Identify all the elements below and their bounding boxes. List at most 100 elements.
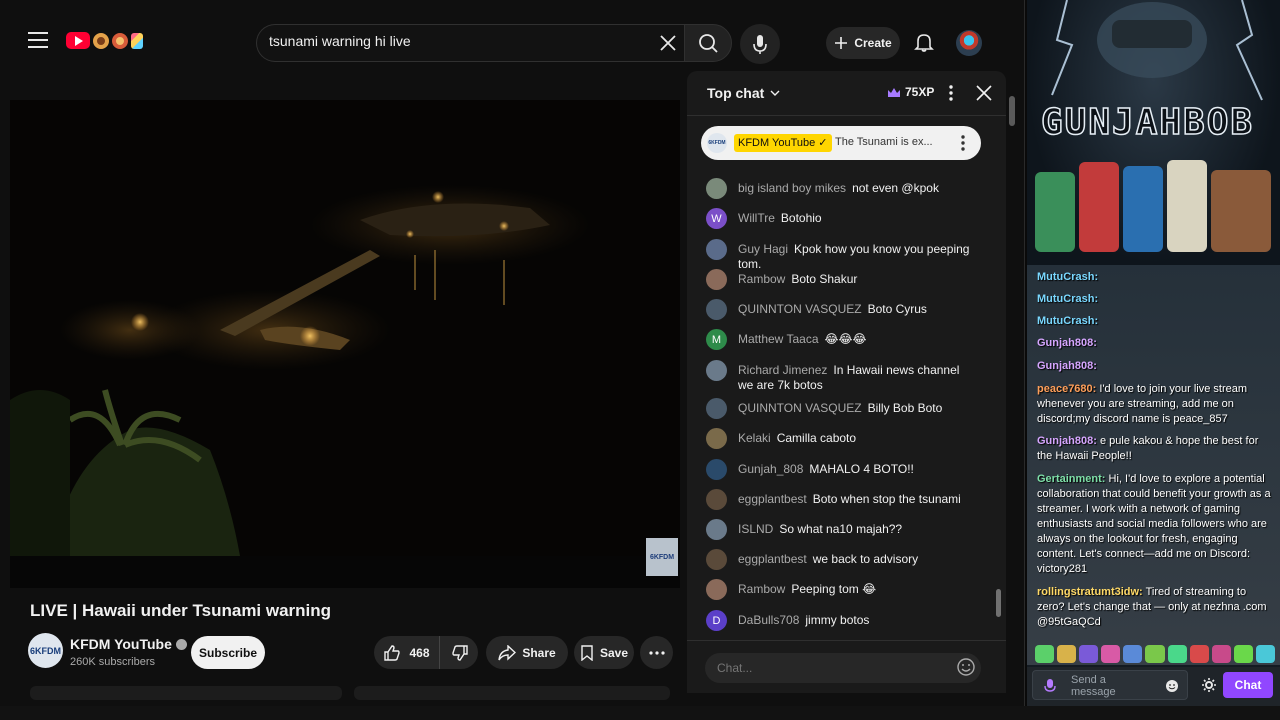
chat-author-name[interactable]: Guy Hagi [738, 242, 788, 256]
chat-message-text: Botohio [780, 211, 822, 225]
more-horizontal-icon [648, 650, 665, 655]
chat-author-avatar[interactable] [706, 489, 727, 510]
create-button[interactable]: Create [826, 27, 900, 59]
overlay-chat-user[interactable]: MutuCrash: [1037, 315, 1098, 327]
chat-author-name[interactable]: QUINNTON VASQUEZ [738, 401, 862, 415]
gear-icon[interactable] [1201, 677, 1217, 693]
chat-author-avatar[interactable] [706, 398, 727, 419]
emote-icon[interactable] [1167, 645, 1187, 663]
chat-author-name[interactable]: Kelaki [738, 431, 771, 445]
page-scrollbar[interactable] [1008, 86, 1016, 686]
channel-name[interactable]: KFDM YouTube [70, 636, 187, 652]
chat-author-avatar[interactable] [706, 360, 727, 381]
like-count: 468 [409, 645, 430, 660]
chat-author-name[interactable]: Matthew Taaca [738, 332, 819, 346]
close-icon[interactable] [657, 32, 679, 54]
chat-author-name[interactable]: WillTre [738, 211, 775, 225]
chat-message-body: QUINNTON VASQUEZ Billy Bob Boto [738, 401, 978, 416]
chat-author-avatar[interactable]: D [706, 610, 727, 631]
overlay-chat-user[interactable]: MutuCrash: [1037, 293, 1098, 305]
chat-author-avatar[interactable]: M [706, 329, 727, 350]
emote-icon[interactable] [1233, 645, 1253, 663]
chat-mode-selector[interactable]: Top chat [707, 85, 780, 101]
bottom-band [0, 706, 1280, 720]
save-button[interactable]: Save [574, 636, 634, 669]
chat-author-name[interactable]: DaBulls708 [738, 613, 799, 627]
chat-author-avatar[interactable]: W [706, 208, 727, 229]
chat-author-avatar[interactable] [706, 579, 727, 600]
chat-message-body: ISLND So what na10 majah?? [738, 522, 978, 537]
chat-author-name[interactable]: eggplantbest [738, 552, 807, 566]
overlay-chat-line: MutuCrash: [1037, 270, 1275, 285]
overlay-message-input[interactable]: Send a message [1032, 670, 1188, 700]
overlay-chat-user[interactable]: Gertainment: [1037, 473, 1105, 485]
chat-message-text: MAHALO 4 BOTO!! [809, 462, 914, 476]
overlay-chat-user[interactable]: Gunjah808: [1037, 435, 1097, 447]
chat-author-avatar[interactable] [706, 459, 727, 480]
chat-author-name[interactable]: Rambow [738, 272, 785, 286]
overlay-chat-user[interactable]: Gunjah808: [1037, 360, 1097, 372]
emote-icon[interactable] [1123, 645, 1143, 663]
subscribe-button[interactable]: Subscribe [191, 636, 265, 669]
more-vertical-icon[interactable] [944, 81, 958, 105]
emote-icon[interactable] [1079, 645, 1099, 663]
page-scrollbar-thumb[interactable] [1009, 96, 1015, 126]
chat-author-avatar[interactable] [706, 428, 727, 449]
video-player[interactable] [10, 100, 680, 556]
emoji-icon[interactable] [956, 657, 976, 677]
chat-message-body: Gunjah_808 MAHALO 4 BOTO!! [738, 462, 978, 477]
search-button[interactable] [684, 24, 732, 62]
chat-input[interactable] [705, 653, 981, 683]
youtube-logo[interactable] [66, 32, 143, 49]
emote-icon[interactable] [1255, 645, 1276, 663]
more-vertical-icon[interactable] [953, 132, 973, 154]
menu-icon[interactable] [28, 32, 48, 50]
chat-author-name[interactable]: QUINNTON VASQUEZ [738, 302, 862, 316]
more-actions-button[interactable] [640, 636, 673, 669]
chat-message-body: Rambow Boto Shakur [738, 272, 978, 287]
emote-icon[interactable] [1145, 645, 1165, 663]
chat-author-avatar[interactable] [706, 549, 727, 570]
chat-author-name[interactable]: eggplantbest [738, 492, 807, 506]
chat-author-avatar[interactable] [706, 239, 727, 260]
chat-author-name[interactable]: Gunjah_808 [738, 462, 803, 476]
emoji-icon[interactable] [1165, 679, 1179, 693]
overlay-chat-user[interactable]: peace7680: [1037, 383, 1096, 395]
close-icon[interactable] [973, 82, 995, 104]
channel-watermark[interactable]: 6KFDM [646, 538, 678, 576]
emote-icon[interactable] [1035, 645, 1055, 663]
xp-badge[interactable]: 75XP [887, 85, 934, 99]
emote-icon[interactable] [1057, 645, 1077, 663]
chat-author-avatar[interactable] [706, 269, 727, 290]
share-button[interactable]: Share [486, 636, 568, 669]
chat-scrollbar-thumb[interactable] [996, 589, 1001, 617]
emote-icon[interactable] [1189, 645, 1209, 663]
video-title: LIVE | Hawaii under Tsunami warning [30, 601, 332, 620]
chat-author-name[interactable]: big island boy mikes [738, 181, 846, 195]
overlay-chat-user[interactable]: Gunjah808: [1037, 337, 1097, 349]
chat-author-avatar[interactable] [706, 178, 727, 199]
voice-search-button[interactable] [740, 24, 780, 64]
overlay-chat-line: MutuCrash: [1037, 292, 1275, 307]
channel-avatar[interactable]: 6KFDM [28, 633, 63, 668]
overlay-chat-button[interactable]: Chat [1223, 672, 1273, 698]
chat-author-name[interactable]: Richard Jimenez [738, 363, 827, 377]
doodle-donut-icon [93, 32, 109, 49]
emote-icon[interactable] [1211, 645, 1231, 663]
overlay-chat-user[interactable]: rollingstratumt3idw: [1037, 586, 1143, 598]
overlay-chat-user[interactable]: MutuCrash: [1037, 271, 1098, 283]
bell-icon[interactable] [912, 30, 936, 54]
like-button[interactable]: 468 [374, 636, 440, 669]
chat-author-name[interactable]: ISLND [738, 522, 773, 536]
chat-author-avatar[interactable] [706, 519, 727, 540]
account-avatar[interactable] [956, 30, 982, 56]
chat-message-text: 😂😂😂 [824, 332, 867, 346]
pinned-author-badge: KFDM YouTube ✓ [734, 134, 832, 152]
chat-author-avatar[interactable] [706, 299, 727, 320]
chat-message-text: we back to advisory [812, 552, 919, 566]
pinned-message[interactable]: 6KFDM KFDM YouTube ✓ The Tsunami is ex..… [701, 126, 981, 160]
emote-icon[interactable] [1101, 645, 1121, 663]
chat-author-name[interactable]: Rambow [738, 582, 785, 596]
search-input[interactable] [269, 33, 649, 49]
dislike-button[interactable] [441, 636, 478, 669]
